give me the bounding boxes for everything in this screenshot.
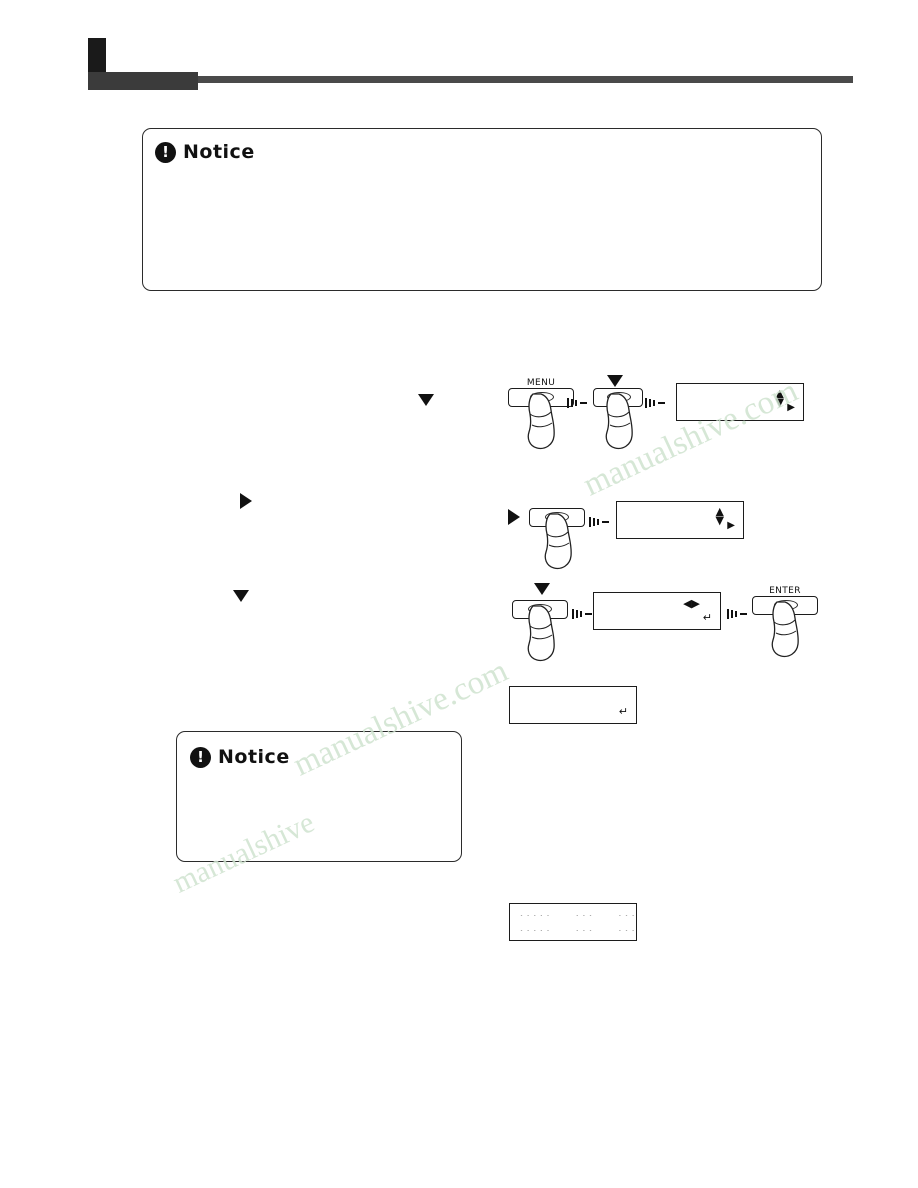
lcd-display-3: ◀▶ ↵ — [593, 592, 721, 630]
left-right-arrows-icon: ◀▶ — [683, 597, 700, 610]
up-down-arrows-icon: ▲ ▼ — [775, 387, 784, 409]
report-cell: - - - — [618, 913, 635, 919]
up-down-arrows-icon: ▲ ▼ — [715, 505, 724, 527]
finger-pointer-down — [597, 392, 643, 450]
enter-key-label: ENTER — [769, 586, 801, 596]
right-arrow-icon: ▶ — [787, 402, 795, 413]
notice-bottom-title: Notice — [218, 746, 290, 768]
finger-pointer-right — [536, 512, 582, 570]
step1-down-marker — [418, 394, 434, 406]
table-row: - - - - - - - - - - - — [520, 928, 635, 934]
header-rule — [198, 76, 853, 83]
report-cell: - - - — [575, 928, 593, 934]
right-arrow-icon: ▶ — [727, 520, 735, 531]
exclamation-icon: ! — [155, 141, 176, 163]
connector-3 — [589, 517, 609, 527]
lcd-display-4: ↵ — [509, 686, 637, 724]
lcd-display-2: ▲ ▼ ▶ — [616, 501, 744, 539]
report-cell: - - - - - — [520, 913, 550, 919]
finger-pointer-down-2 — [519, 604, 565, 662]
enter-symbol-icon: ↵ — [702, 611, 712, 624]
report-cell: - - - - - — [520, 928, 550, 934]
connector-5 — [727, 609, 747, 619]
document-page: ! Notice MENU ▲ ▼ ▶ ▲ ▼ ▶ ◀▶ ↵ ENTER ↵ !… — [0, 0, 918, 1188]
exclamation-icon: ! — [190, 746, 211, 768]
lcd-display-1: ▲ ▼ ▶ — [676, 383, 804, 421]
step2-right-arrow-icon — [508, 509, 520, 525]
connector-1 — [567, 398, 587, 408]
step1-down-arrow-icon — [607, 375, 623, 387]
finger-pointer-enter — [763, 600, 809, 658]
table-row: - - - - - - - - - - - — [520, 913, 635, 919]
report-cell: - - - — [575, 913, 593, 919]
notice-bottom-header: ! Notice — [190, 746, 290, 768]
connector-4 — [572, 609, 592, 619]
report-output: - - - - - - - - - - - - - - - - - - - - … — [509, 903, 637, 941]
step3-down-arrow-icon — [534, 583, 550, 595]
step2-right-marker — [240, 493, 252, 509]
enter-symbol-icon: ↵ — [618, 705, 628, 718]
connector-2 — [645, 398, 665, 408]
notice-top-header: ! Notice — [155, 141, 255, 163]
finger-pointer-menu — [519, 392, 565, 450]
menu-key-label: MENU — [526, 378, 556, 388]
step3-down-marker — [233, 590, 249, 602]
header-chapter-foot — [88, 72, 198, 90]
report-cell: - - - — [618, 928, 635, 934]
notice-top-title: Notice — [183, 141, 255, 163]
